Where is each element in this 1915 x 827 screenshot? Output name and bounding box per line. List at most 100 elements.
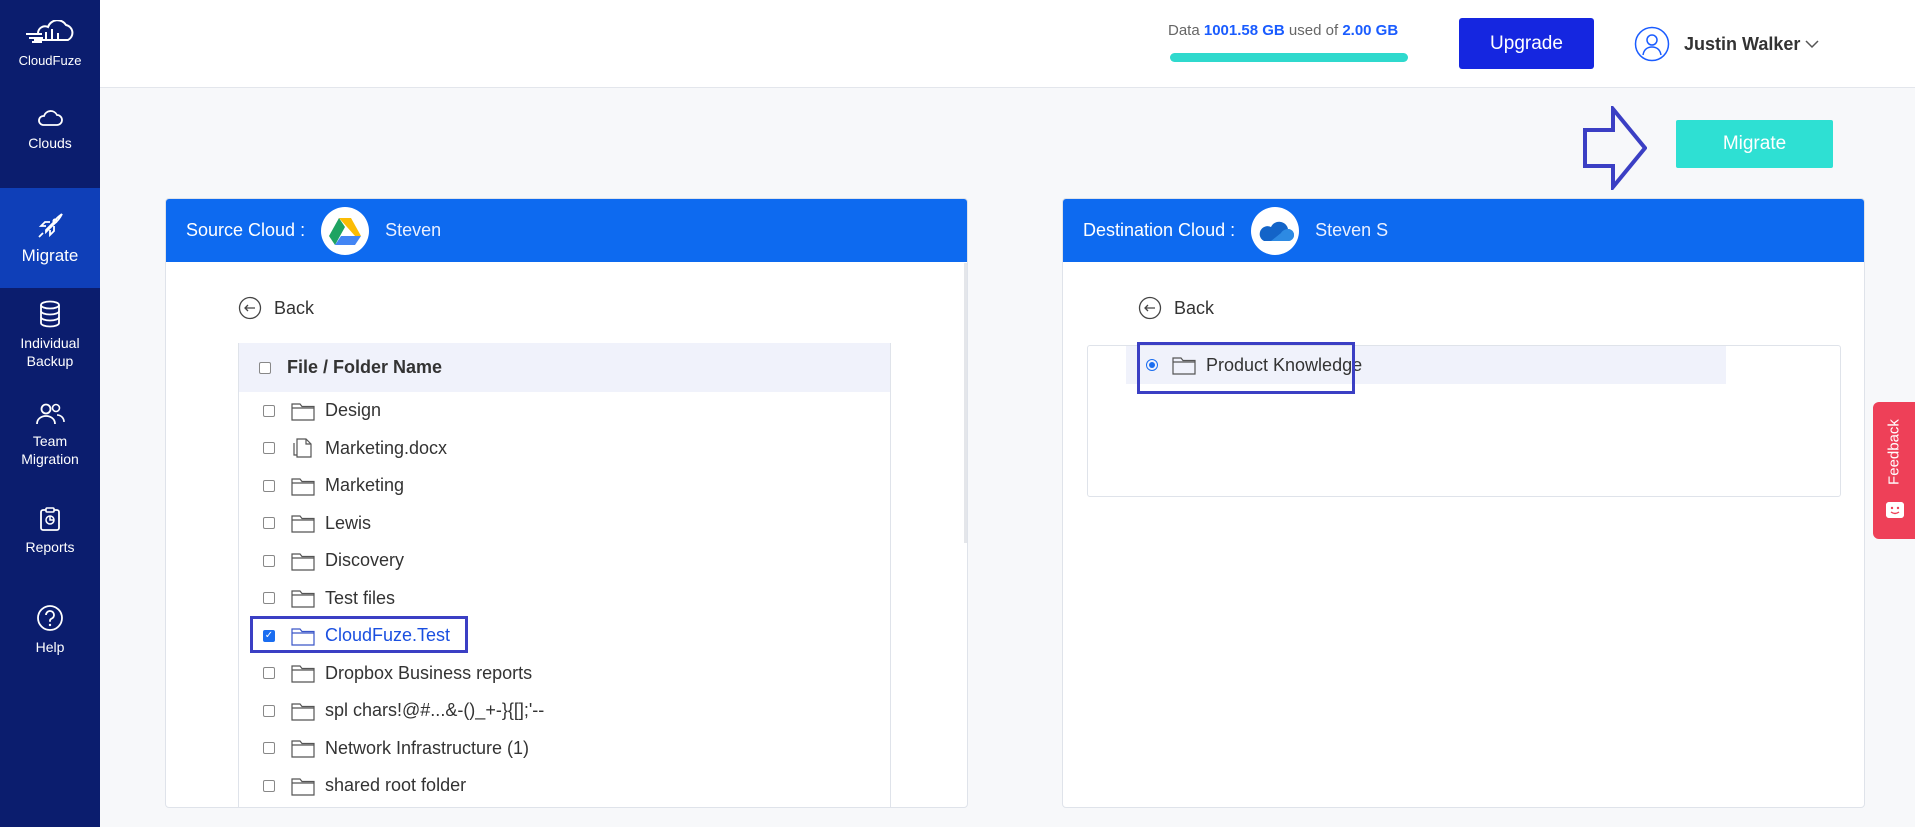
sidebar-item-migrate[interactable]: Migrate: [0, 188, 100, 288]
source-list-item[interactable]: Network Infrastructure (1): [239, 730, 890, 768]
sidebar-item-label: Help: [35, 639, 65, 655]
cloud-icon: [38, 110, 63, 126]
source-back-button[interactable]: Back: [238, 296, 314, 320]
source-list-item[interactable]: Marketing.docx: [239, 430, 890, 468]
item-name: spl chars!@#...&-()_+-}{[];'--: [325, 700, 545, 721]
folder-icon: [291, 478, 315, 496]
item-checkbox[interactable]: [263, 404, 275, 417]
folder-icon: [291, 553, 315, 571]
folder-icon: [291, 740, 315, 758]
storage-usage-text: Data 1001.58 GB used of 2.00 GB: [1168, 22, 1399, 39]
google-drive-icon: [329, 217, 362, 245]
folder-icon: [291, 515, 315, 533]
column-header-name: File / Folder Name: [287, 357, 443, 377]
source-list-item[interactable]: Discovery: [239, 542, 890, 580]
sidebar-item-label: Migrate: [21, 246, 79, 265]
sidebar-item-label: Team Migration: [21, 433, 79, 467]
select-all-checkbox[interactable]: [259, 361, 271, 374]
sidebar-item-label: Clouds: [28, 135, 72, 151]
item-checkbox[interactable]: [263, 517, 275, 530]
source-list-item[interactable]: Lewis: [239, 505, 890, 543]
source-list-item[interactable]: shared root folder: [239, 767, 890, 805]
folder-icon: [291, 403, 315, 421]
sidebar-item-team-migration[interactable]: Team Migration: [0, 402, 100, 468]
folder-icon: [291, 778, 315, 796]
sidebar-item-label: Individual Backup: [20, 335, 80, 369]
item-name: Design: [325, 400, 382, 421]
source-list-item[interactable]: Test files: [239, 580, 890, 618]
source-file-list: File / Folder Name Design Marketing.docx M…: [238, 343, 891, 807]
source-list-item[interactable]: Dropbox Business reports: [239, 655, 890, 693]
file-icon: [293, 438, 312, 458]
destination-cloud-header: Destination Cloud : Steven S: [1063, 199, 1864, 262]
selected-source-highlight: [250, 616, 468, 653]
feedback-tab[interactable]: Feedback: [1873, 402, 1915, 539]
user-menu[interactable]: Justin Walker: [1634, 26, 1820, 62]
source-list-item[interactable]: Design: [239, 392, 890, 430]
feedback-smile-icon: [1886, 502, 1904, 518]
source-list-item[interactable]: Marketing: [239, 467, 890, 505]
onedrive-avatar: [1251, 206, 1300, 255]
cloudfuze-logo[interactable]: CloudFuze: [0, 20, 100, 70]
feedback-label: Feedback: [1885, 419, 1903, 485]
back-arrow-icon: [1138, 296, 1162, 320]
item-checkbox[interactable]: [263, 479, 275, 492]
item-checkbox[interactable]: [263, 554, 275, 567]
item-name: Dropbox Business reports: [325, 662, 533, 683]
google-drive-avatar: [321, 206, 370, 255]
destination-cloud-title: Destination Cloud :: [1083, 220, 1236, 240]
folder-icon: [291, 665, 315, 683]
back-arrow-icon: [238, 296, 262, 320]
source-cloud-owner: Steven: [385, 220, 442, 240]
help-icon: [37, 605, 63, 631]
chevron-down-icon: [1805, 40, 1819, 49]
item-name: Network Infrastructure (1): [325, 737, 530, 758]
user-name: Justin Walker: [1684, 33, 1801, 54]
source-cloud-title: Source Cloud :: [186, 220, 306, 240]
onedrive-icon: [1259, 221, 1295, 241]
selected-destination-highlight: [1137, 342, 1355, 394]
item-checkbox[interactable]: [263, 704, 275, 717]
folder-icon: [291, 590, 315, 608]
item-name: Discovery: [325, 550, 405, 571]
item-checkbox[interactable]: [263, 779, 275, 792]
storage-usage-bar: [1170, 53, 1408, 62]
source-list-item[interactable]: spl chars!@#...&-()_+-}{[];'--: [239, 692, 890, 730]
sidebar-item-reports[interactable]: Reports: [0, 506, 100, 556]
item-name: Marketing: [325, 475, 405, 496]
migrate-button[interactable]: Migrate: [1676, 120, 1833, 168]
cloudfuze-logo-icon: [26, 20, 74, 43]
destination-cloud-panel: Destination Cloud : Steven S Back Produc…: [1062, 198, 1865, 808]
clipboard-icon: [40, 507, 60, 531]
sidebar-item-individual-backup[interactable]: Individual Backup: [0, 300, 100, 370]
logo-text: CloudFuze: [18, 53, 82, 68]
item-name: shared root folder: [325, 775, 467, 796]
top-bar: Data 1001.58 GB used of 2.00 GB Upgrade …: [100, 0, 1915, 88]
item-checkbox[interactable]: [263, 592, 275, 605]
arrow-right-icon: [1583, 106, 1647, 190]
source-cloud-header: Source Cloud : Steven: [166, 199, 967, 262]
storage-total: 2.00 GB: [1342, 22, 1399, 39]
item-name: Lewis: [325, 512, 372, 533]
back-label: Back: [274, 297, 315, 318]
destination-cloud-owner: Steven S: [1315, 220, 1389, 240]
user-avatar-icon: [1634, 26, 1670, 62]
sidebar-item-clouds[interactable]: Clouds: [0, 106, 100, 152]
item-name: Test files: [325, 587, 396, 608]
source-cloud-panel: Source Cloud : Steven Back File / Folder…: [165, 198, 968, 808]
team-icon: [36, 403, 65, 425]
destination-back-button[interactable]: Back: [1138, 296, 1214, 320]
sidebar: CloudFuze Clouds Migrate Individual Back…: [0, 0, 100, 827]
source-rows: Design Marketing.docx Marketing Lewis Discov…: [239, 392, 890, 805]
item-checkbox[interactable]: [263, 442, 275, 455]
folder-icon: [291, 703, 315, 721]
storage-used: 1001.58 GB: [1203, 22, 1285, 39]
sidebar-item-label: Reports: [25, 539, 75, 555]
list-header: File / Folder Name: [239, 343, 890, 392]
upgrade-button[interactable]: Upgrade: [1459, 18, 1594, 69]
back-label: Back: [1174, 297, 1215, 318]
source-scrollbar[interactable]: [964, 263, 967, 543]
item-checkbox[interactable]: [263, 742, 275, 755]
sidebar-item-help[interactable]: Help: [0, 604, 100, 656]
item-checkbox[interactable]: [263, 667, 275, 680]
